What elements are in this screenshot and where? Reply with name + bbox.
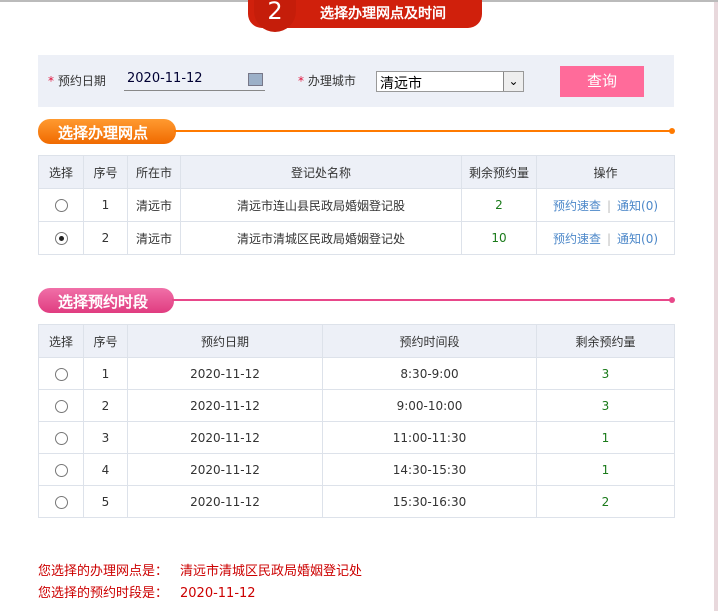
timeslot-radio[interactable]: [54, 367, 68, 381]
section-dot: [669, 297, 675, 303]
row-date: 2020-11-12: [127, 357, 323, 390]
notice-link[interactable]: 通知(0): [617, 232, 658, 246]
col-header: 操作: [536, 155, 675, 189]
timeslot-radio[interactable]: [54, 431, 68, 445]
quick-check-link[interactable]: 预约速查: [553, 232, 601, 246]
divider: |: [606, 198, 612, 213]
search-form: * 预约日期 2020-11-12 * 办理城市 清远市 ⌄ 查询: [38, 55, 674, 107]
timeslot-radio[interactable]: [54, 495, 68, 509]
row-no: 1: [83, 357, 128, 390]
selected-slot: 您选择的预约时段是： 2020-11-12: [38, 582, 256, 601]
section-header-timeslot: 选择预约时段: [38, 288, 174, 313]
office-radio[interactable]: [54, 232, 68, 245]
col-header: 序号: [83, 324, 128, 358]
required-mark: *: [48, 74, 54, 88]
col-header: 所在市: [127, 155, 181, 189]
row-remaining: 1: [536, 421, 675, 454]
row-date: 2020-11-12: [127, 485, 323, 518]
required-mark: *: [298, 74, 304, 88]
row-office-name: 清远市清城区民政局婚姻登记处: [180, 221, 462, 255]
row-time: 9:00-10:00: [322, 389, 537, 422]
step-banner: 2 选择办理网点及时间: [248, 0, 482, 32]
col-header: 预约日期: [127, 324, 323, 358]
timeslot-radio[interactable]: [54, 463, 68, 477]
table-row: 1 2020-11-12 8:30-9:00 3: [38, 357, 675, 390]
row-no: 2: [83, 389, 128, 422]
row-remaining: 3: [536, 357, 675, 390]
notice-link[interactable]: 通知(0): [617, 199, 658, 213]
city-select[interactable]: 清远市 ⌄: [376, 71, 524, 92]
row-time: 11:00-11:30: [322, 421, 537, 454]
city-label: * 办理城市: [298, 72, 356, 89]
section-dot: [669, 128, 675, 134]
col-header: 序号: [83, 155, 128, 189]
timeslot-radio[interactable]: [54, 399, 68, 413]
col-header: 预约时间段: [322, 324, 537, 358]
row-no: 1: [83, 188, 128, 222]
date-value: 2020-11-12: [127, 71, 203, 86]
row-date: 2020-11-12: [127, 389, 323, 422]
selected-office: 您选择的办理网点是： 清远市清城区民政局婚姻登记处: [38, 560, 362, 579]
query-button[interactable]: 查询: [560, 66, 644, 97]
col-header: 登记处名称: [180, 155, 462, 189]
row-no: 2: [83, 221, 128, 255]
date-label-text: 预约日期: [57, 74, 106, 88]
divider: |: [606, 231, 612, 246]
calendar-icon[interactable]: [248, 73, 263, 86]
step-title: 选择办理网点及时间: [320, 6, 446, 22]
row-remaining: 3: [536, 389, 675, 422]
section-line: [174, 130, 672, 132]
city-label-text: 办理城市: [307, 74, 356, 88]
office-table: 选择 序号 所在市 登记处名称 剩余预约量 操作 1 清远市 清远市连山县民政局…: [38, 155, 675, 255]
row-remaining: 2: [536, 485, 675, 518]
row-remaining: 1: [536, 453, 675, 486]
table-row: 1 清远市 清远市连山县民政局婚姻登记股 2 预约速查 | 通知(0): [38, 188, 675, 222]
table-row: 2 2020-11-12 9:00-10:00 3: [38, 389, 675, 422]
row-city: 清远市: [127, 188, 181, 222]
row-date: 2020-11-12: [127, 453, 323, 486]
col-header: 剩余预约量: [461, 155, 537, 189]
selected-slot-label: 您选择的预约时段是：: [38, 586, 169, 601]
row-date: 2020-11-12: [127, 421, 323, 454]
timeslot-table: 选择 序号 预约日期 预约时间段 剩余预约量 1 2020-11-12 8:30…: [38, 324, 675, 518]
office-radio[interactable]: [54, 199, 68, 212]
row-no: 5: [83, 485, 128, 518]
row-time: 15:30-16:30: [322, 485, 537, 518]
row-remaining: 2: [461, 188, 537, 222]
chevron-down-icon[interactable]: ⌄: [503, 72, 523, 91]
date-input[interactable]: 2020-11-12: [124, 69, 265, 91]
selected-office-label: 您选择的办理网点是：: [38, 564, 169, 579]
section-line: [172, 299, 672, 301]
city-value: 清远市: [380, 76, 422, 92]
table-row: 3 2020-11-12 11:00-11:30 1: [38, 421, 675, 454]
section-header-office: 选择办理网点: [38, 119, 176, 144]
table-row: 2 清远市 清远市清城区民政局婚姻登记处 10 预约速查 | 通知(0): [38, 221, 675, 255]
table-row: 4 2020-11-12 14:30-15:30 1: [38, 453, 675, 486]
row-remaining: 10: [461, 221, 537, 255]
row-time: 14:30-15:30: [322, 453, 537, 486]
row-no: 4: [83, 453, 128, 486]
row-no: 3: [83, 421, 128, 454]
date-label: * 预约日期: [48, 72, 106, 89]
row-office-name: 清远市连山县民政局婚姻登记股: [180, 188, 462, 222]
col-header: 选择: [38, 155, 84, 189]
table-row: 5 2020-11-12 15:30-16:30 2: [38, 485, 675, 518]
selected-office-value: 清远市清城区民政局婚姻登记处: [180, 564, 363, 579]
selected-slot-value: 2020-11-12: [180, 586, 256, 601]
col-header: 剩余预约量: [536, 324, 675, 358]
col-header: 选择: [38, 324, 84, 358]
row-city: 清远市: [127, 221, 181, 255]
step-number: 2: [254, 0, 296, 32]
page-border: [714, 2, 718, 611]
row-time: 8:30-9:00: [322, 357, 537, 390]
quick-check-link[interactable]: 预约速查: [553, 199, 601, 213]
